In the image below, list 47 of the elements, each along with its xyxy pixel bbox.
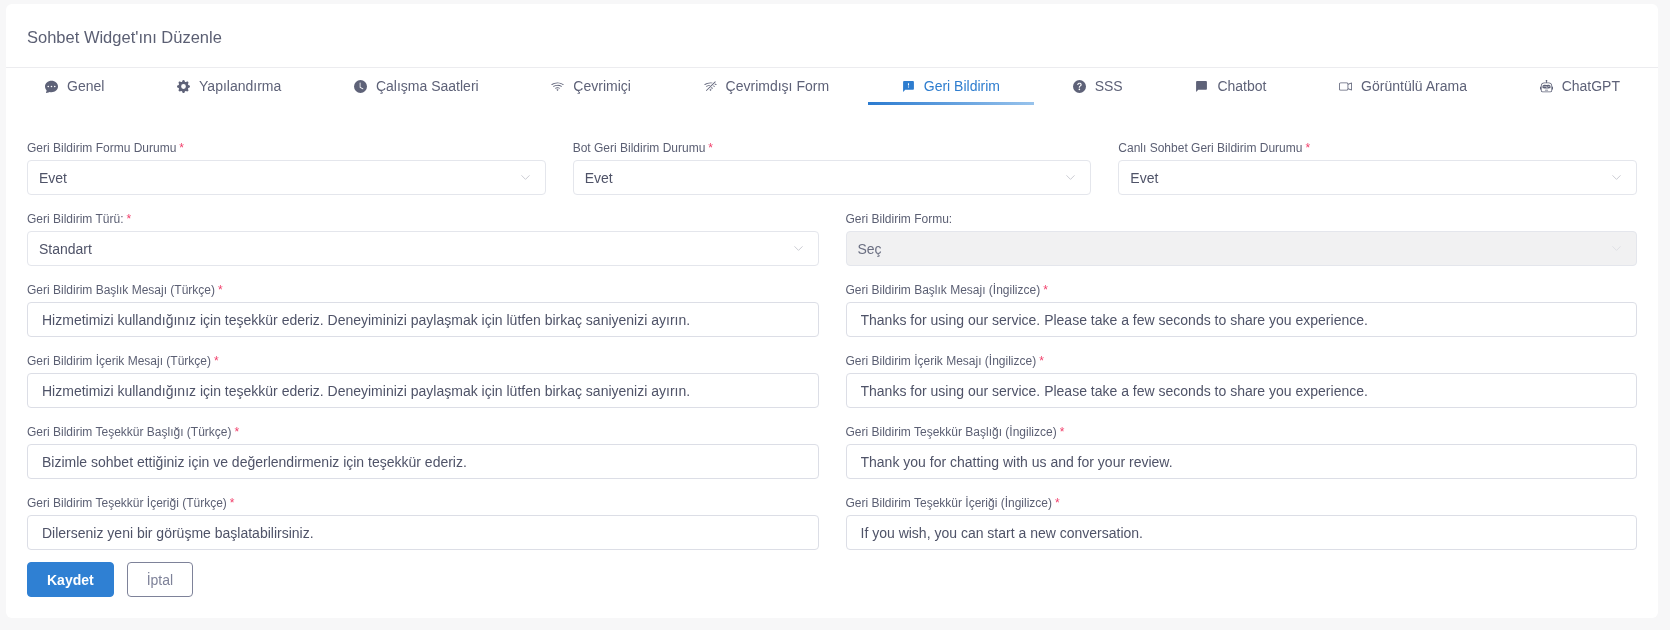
tab[interactable]: Yapılandırma (143, 68, 316, 105)
robot-icon (1539, 79, 1553, 93)
save-button[interactable]: Kaydet (27, 562, 114, 597)
tab[interactable]: Çalışma Saatleri (319, 68, 513, 105)
alert-message-icon (901, 79, 915, 93)
field-label: Geri Bildirim İçerik Mesajı (Türkçe) * (27, 353, 220, 369)
text-field[interactable]: Thanks for using our service. Please take a few seconds to share you experience. (845, 302, 1637, 337)
field-label: Geri Bildirim Teşekkür İçeriği (Türkçe) * (27, 495, 236, 511)
field-label: Geri Bildirim Formu: (845, 211, 954, 227)
tab[interactable]: ChatGPT (1505, 68, 1654, 105)
tab[interactable]: Çevrimiçi (517, 68, 665, 105)
help-icon (1072, 79, 1086, 93)
video-camera-icon (1339, 79, 1353, 93)
message-icon (1195, 79, 1209, 93)
tab[interactable]: Çevrimdışı Form (669, 68, 864, 105)
text-field[interactable]: Hizmetimizi kullandığınız için teşekkür ederiz. Deneyiminizi paylaşmak için lütfen birkaç saniyenizi ayırın. (27, 373, 819, 408)
select-field[interactable]: Evet (1118, 160, 1637, 195)
field-label: Geri Bildirim Başlık Mesajı (İngilizce) * (845, 282, 1049, 298)
field-label: Geri Bildirim Türü: * (27, 211, 133, 227)
text-field[interactable]: Bizimle sohbet ettiğiniz için ve değerlendirmeniz için teşekkür ederiz. (27, 444, 819, 479)
select-field[interactable]: Evet (572, 160, 1092, 195)
gear-icon (177, 79, 191, 93)
text-field[interactable]: Hizmetimizi kullandığınız için teşekkür ederiz. Deneyiminizi paylaşmak için lütfen birkaç saniyenizi ayırın. (27, 302, 819, 337)
tab[interactable]: Genel (11, 68, 139, 105)
tab[interactable]: Chatbot (1161, 68, 1301, 105)
tab[interactable]: SSS (1038, 68, 1157, 105)
text-field[interactable]: Thank you for chatting with us and for your review. (845, 444, 1637, 479)
field-label: Geri Bildirim İçerik Mesajı (İngilizce) * (845, 353, 1045, 369)
text-field[interactable]: Dilerseniz yeni bir görüşme başlatabilirsiniz. (27, 515, 819, 550)
field-label: Canlı Sohbet Geri Bildirim Durumu * (1118, 140, 1312, 156)
field-label: Geri Bildirim Formu Durumu * (27, 140, 186, 156)
cancel-button[interactable]: İptal (126, 562, 194, 597)
select-field[interactable]: Evet (27, 160, 546, 195)
tab[interactable]: Görüntülü Arama (1305, 68, 1501, 105)
chat-bubble-icon (45, 79, 58, 93)
text-field[interactable]: Thanks for using our service. Please take a few seconds to share you experience. (845, 373, 1637, 408)
clock-icon (353, 79, 367, 93)
field-label: Geri Bildirim Başlık Mesajı (Türkçe) * (27, 282, 224, 298)
text-field[interactable]: If you wish, you can start a new conversation. (845, 515, 1637, 550)
wifi-off-icon (703, 79, 717, 93)
wifi-icon (551, 79, 565, 93)
field-label: Geri Bildirim Teşekkür Başlığı (İngilizce) * (845, 424, 1066, 440)
select-field[interactable]: Standart (27, 231, 819, 266)
field-label: Geri Bildirim Teşekkür Başlığı (Türkçe) * (27, 424, 241, 440)
field-label: Bot Geri Bildirim Durumu * (572, 140, 715, 156)
page-title: Sohbet Widget'ını Düzenle (27, 28, 222, 47)
field-label: Geri Bildirim Teşekkür İçeriği (İngilizce) * (845, 495, 1061, 511)
